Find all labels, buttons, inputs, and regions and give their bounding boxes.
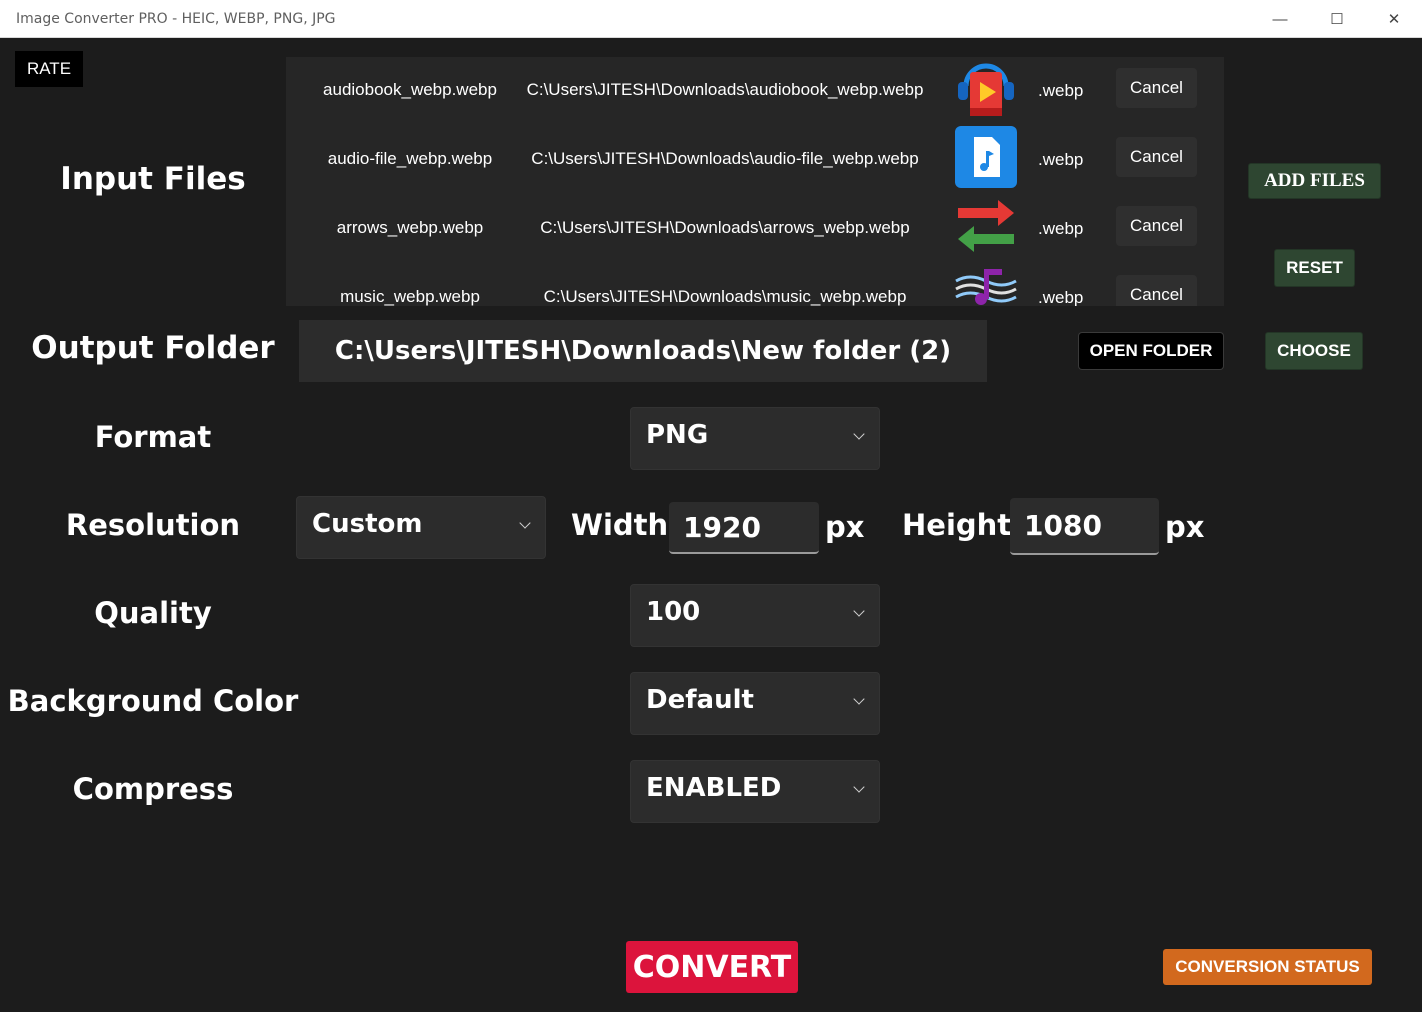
quality-value: 100 bbox=[646, 597, 701, 627]
file-path: C:\Users\JITESH\Downloads\audio-file_web… bbox=[531, 149, 919, 168]
minimize-button[interactable]: — bbox=[1252, 0, 1308, 38]
file-extension: .webp bbox=[1038, 219, 1084, 238]
file-extension: .webp bbox=[1038, 150, 1084, 169]
file-name: audio-file_webp.webp bbox=[327, 149, 493, 168]
resolution-dropdown[interactable]: Custom bbox=[296, 496, 546, 559]
audio-file-icon bbox=[954, 125, 1018, 189]
file-path: C:\Users\JITESH\Downloads\arrows_webp.we… bbox=[540, 218, 910, 237]
app-body: RATE Input Files audiobook_webp.webp C:\… bbox=[1, 38, 1421, 1011]
resolution-label: Resolution bbox=[65, 508, 241, 542]
title-bar: Image Converter PRO - HEIC, WEBP, PNG, J… bbox=[0, 0, 1422, 38]
quality-label: Quality bbox=[94, 596, 212, 630]
output-folder-label: Output Folder bbox=[31, 330, 275, 366]
format-dropdown[interactable]: PNG bbox=[630, 407, 880, 470]
file-list[interactable]: audiobook_webp.webp C:\Users\JITESH\Down… bbox=[286, 57, 1224, 306]
chevron-down-icon bbox=[519, 517, 531, 529]
close-button[interactable]: ✕ bbox=[1366, 0, 1422, 38]
height-unit: px bbox=[1165, 510, 1205, 544]
choose-button[interactable]: CHOOSE bbox=[1266, 333, 1362, 369]
file-row: audiobook_webp.webp C:\Users\JITESH\Down… bbox=[286, 63, 1224, 140]
chevron-down-icon bbox=[853, 781, 865, 793]
file-row: arrows_webp.webp C:\Users\JITESH\Downloa… bbox=[286, 200, 1224, 278]
file-extension: .webp bbox=[1038, 81, 1084, 100]
compress-dropdown[interactable]: ENABLED bbox=[630, 760, 880, 823]
file-name: music_webp.webp bbox=[340, 287, 480, 306]
input-files-label: Input Files bbox=[60, 161, 246, 197]
quality-dropdown[interactable]: 100 bbox=[630, 584, 880, 647]
cancel-button[interactable]: Cancel bbox=[1116, 275, 1197, 306]
file-row: audio-file_webp.webp C:\Users\JITESH\Dow… bbox=[286, 126, 1224, 209]
reset-button[interactable]: RESET bbox=[1275, 250, 1354, 286]
cancel-button[interactable]: Cancel bbox=[1116, 68, 1197, 108]
output-folder-path: C:\Users\JITESH\Downloads\New folder (2) bbox=[299, 320, 987, 382]
format-label: Format bbox=[94, 420, 212, 454]
maximize-button[interactable]: ☐ bbox=[1309, 0, 1365, 38]
background-color-dropdown[interactable]: Default bbox=[630, 672, 880, 735]
convert-button[interactable]: CONVERT bbox=[626, 941, 798, 993]
chevron-down-icon bbox=[853, 605, 865, 617]
compress-value: ENABLED bbox=[646, 773, 782, 803]
arrows-icon bbox=[954, 194, 1018, 258]
chevron-down-icon bbox=[853, 693, 865, 705]
format-value: PNG bbox=[646, 420, 709, 450]
open-folder-button[interactable]: OPEN FOLDER bbox=[1079, 333, 1223, 369]
chevron-down-icon bbox=[853, 428, 865, 440]
music-icon bbox=[954, 263, 1018, 306]
width-label: Width bbox=[571, 508, 669, 542]
cancel-button[interactable]: Cancel bbox=[1116, 206, 1197, 246]
cancel-button[interactable]: Cancel bbox=[1116, 137, 1197, 177]
file-extension: .webp bbox=[1038, 288, 1084, 306]
rate-button[interactable]: RATE bbox=[15, 51, 83, 87]
compress-label: Compress bbox=[72, 772, 234, 806]
height-input[interactable]: 1080 bbox=[1010, 498, 1159, 555]
resolution-value: Custom bbox=[312, 509, 423, 539]
add-files-button[interactable]: ADD FILES bbox=[1249, 164, 1380, 198]
background-color-value: Default bbox=[646, 685, 754, 715]
width-unit: px bbox=[825, 510, 865, 544]
file-path: C:\Users\JITESH\Downloads\audiobook_webp… bbox=[526, 80, 924, 99]
window-title: Image Converter PRO - HEIC, WEBP, PNG, J… bbox=[16, 11, 336, 27]
width-input[interactable]: 1920 bbox=[669, 502, 819, 554]
audiobook-icon bbox=[954, 57, 1018, 120]
background-color-label: Background Color bbox=[7, 684, 299, 718]
file-path: C:\Users\JITESH\Downloads\music_webp.web… bbox=[543, 287, 907, 306]
file-name: audiobook_webp.webp bbox=[323, 80, 497, 99]
file-row: music_webp.webp C:\Users\JITESH\Download… bbox=[286, 269, 1224, 306]
height-label: Height bbox=[902, 508, 1012, 542]
conversion-status-button[interactable]: CONVERSION STATUS bbox=[1163, 949, 1372, 985]
file-name: arrows_webp.webp bbox=[336, 218, 484, 237]
